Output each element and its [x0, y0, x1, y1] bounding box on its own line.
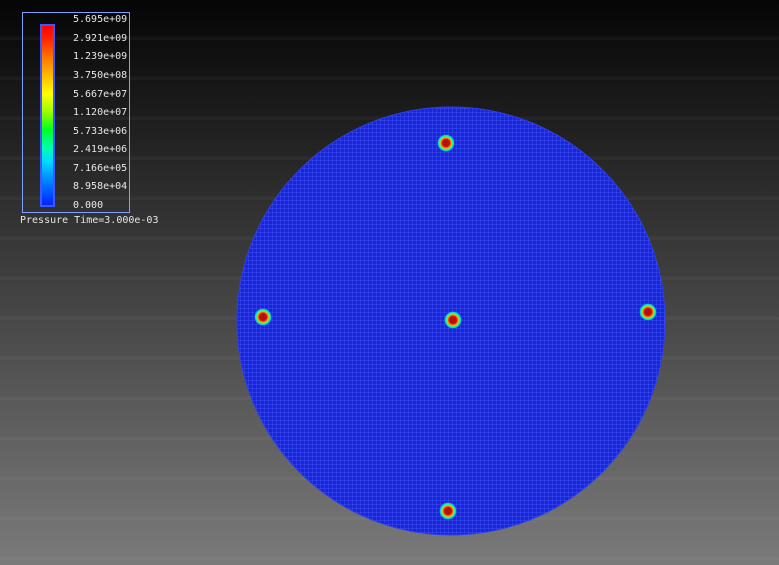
hotspot — [439, 502, 457, 520]
hotspot — [437, 134, 455, 152]
simulation-plot — [236, 106, 666, 536]
hotspot — [444, 311, 462, 329]
hotspot — [639, 303, 657, 321]
hotspot — [254, 308, 272, 326]
